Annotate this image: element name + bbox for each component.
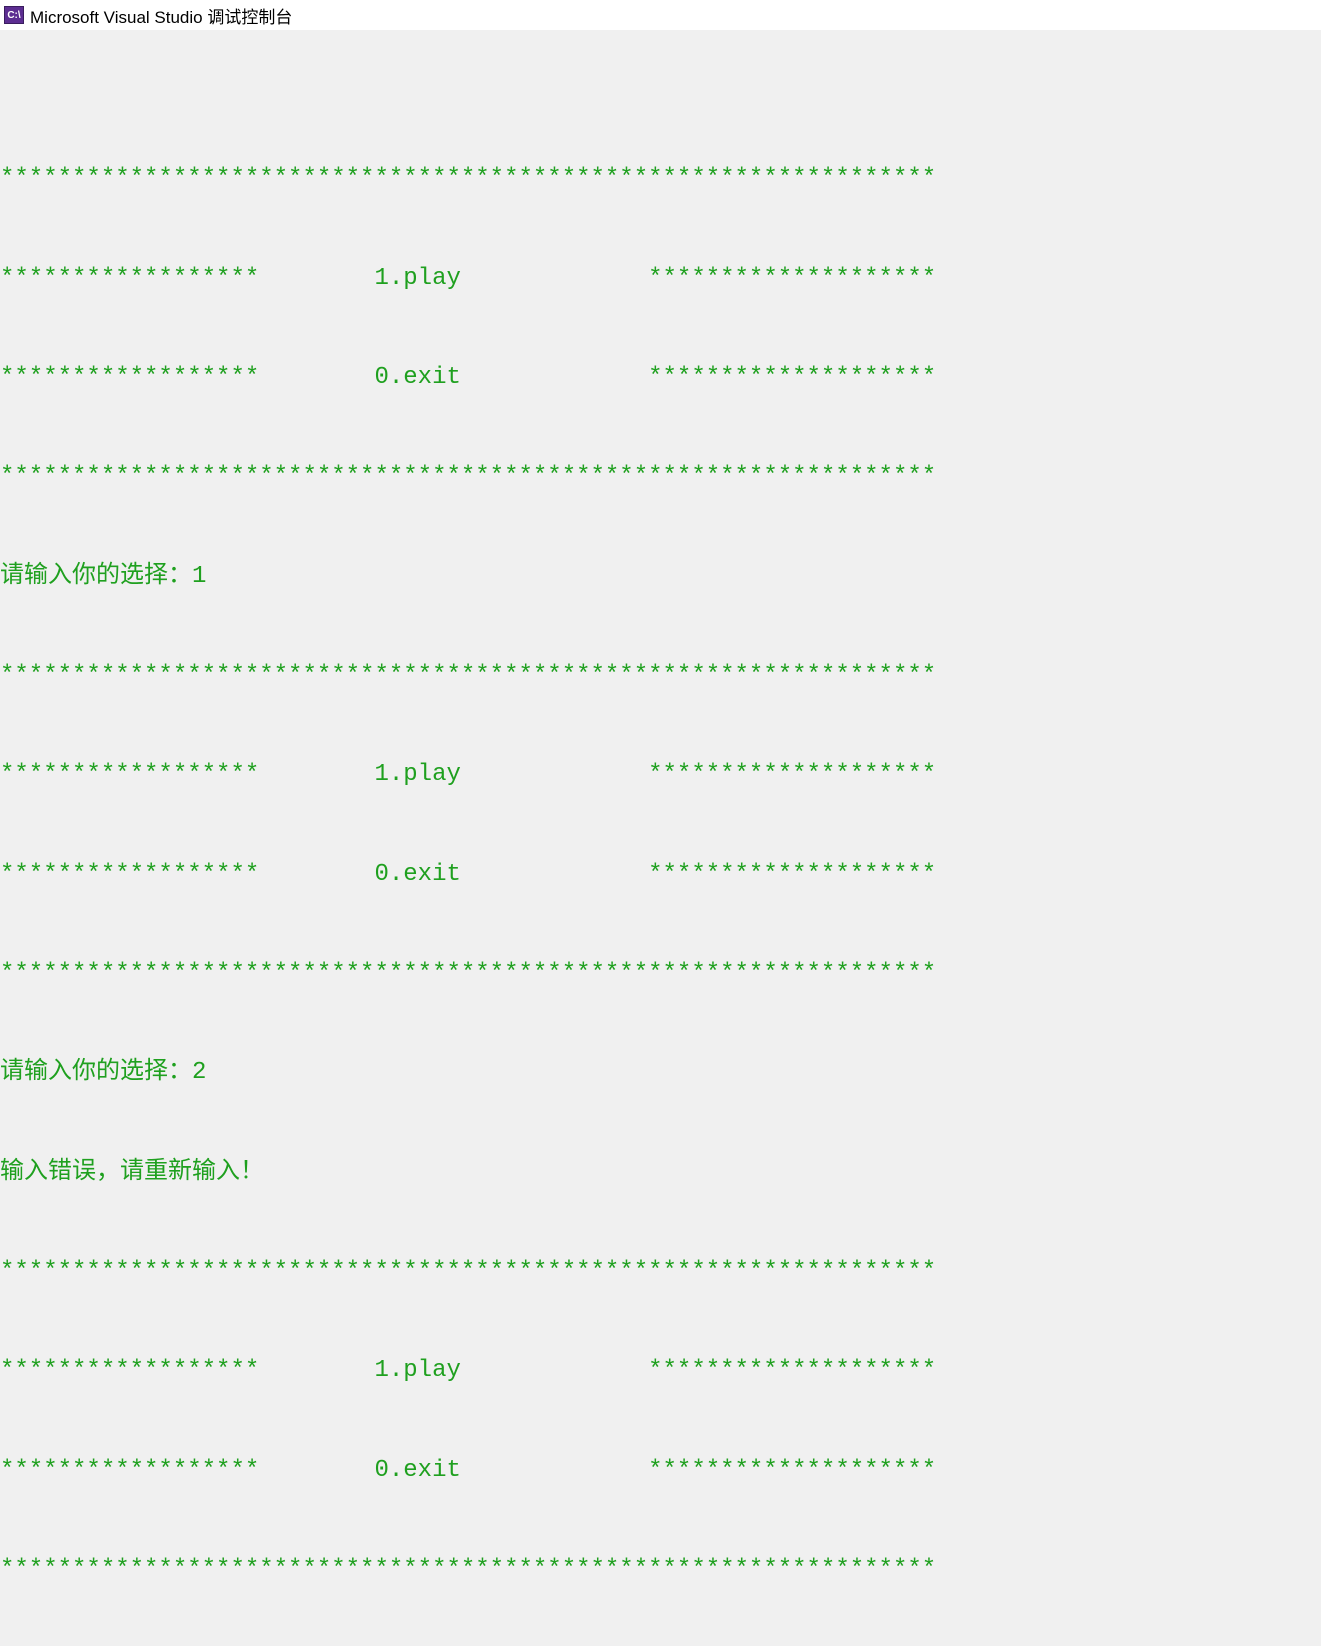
console-line: 请输入你的选择：1 xyxy=(0,560,1321,593)
console-line: ****************************************… xyxy=(0,162,1321,195)
console-line: ****************************************… xyxy=(0,1553,1321,1586)
console-line: ****************** 1.play **************… xyxy=(0,758,1321,791)
console-line: ****************** 0.exit **************… xyxy=(0,361,1321,394)
console-line: ****************************************… xyxy=(0,460,1321,493)
console-line: 输入错误，请重新输入！ xyxy=(0,1156,1321,1189)
console-line: ****************************************… xyxy=(0,1255,1321,1288)
console-line: ****************** 1.play **************… xyxy=(0,262,1321,295)
console-line: ****************************************… xyxy=(0,957,1321,990)
console-output[interactable]: ****************************************… xyxy=(0,30,1321,1646)
console-line: ****************** 1.play **************… xyxy=(0,1354,1321,1387)
console-line: ****************** 0.exit **************… xyxy=(0,1454,1321,1487)
window-title: Microsoft Visual Studio 调试控制台 xyxy=(30,3,292,28)
console-line: ****************** 0.exit **************… xyxy=(0,858,1321,891)
console-line: ****************************************… xyxy=(0,659,1321,692)
window-titlebar: C:\ Microsoft Visual Studio 调试控制台 xyxy=(0,0,1321,30)
console-line: 请输入你的选择：2 xyxy=(0,1056,1321,1089)
app-icon: C:\ xyxy=(4,6,24,24)
